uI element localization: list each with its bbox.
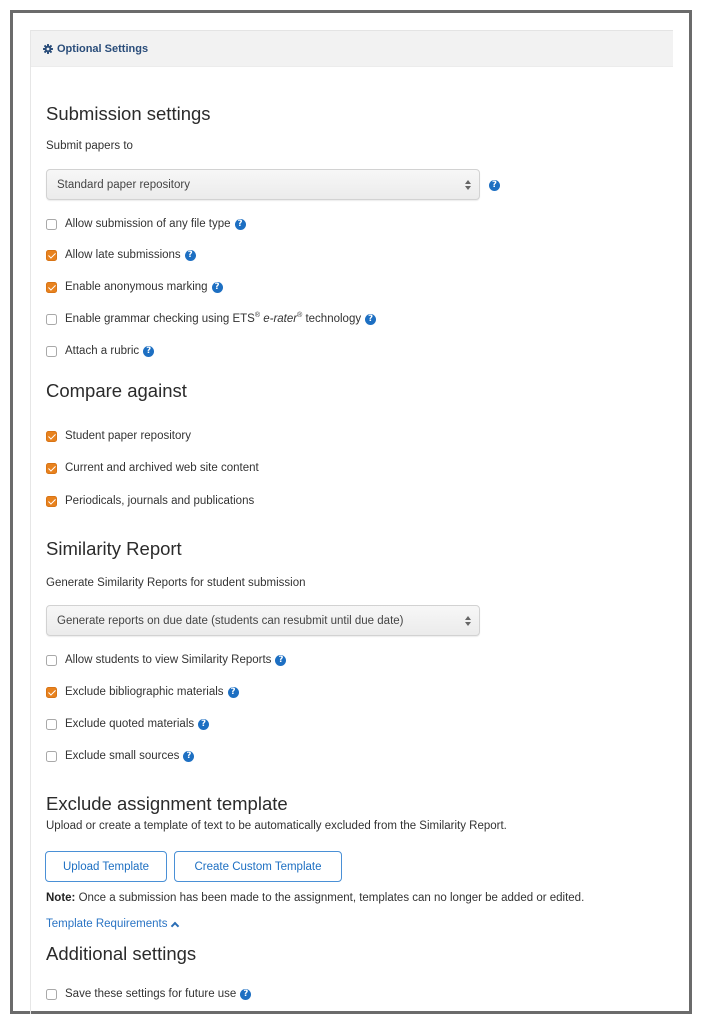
help-icon[interactable]: ? [365,313,377,325]
optional-settings-title: Optional Settings [57,42,149,55]
option-label: Enable grammar checking using ETS® e-rat… [65,312,362,325]
checkbox[interactable] [46,462,57,474]
upload-template-button[interactable]: Upload Template [45,851,167,882]
option-label: Exclude bibliographic materials [65,686,224,698]
option-exclude-small-sources[interactable]: Exclude small sources ? [46,750,195,762]
help-icon[interactable]: ? [227,686,239,698]
option-web-content[interactable]: Current and archived web site content [46,462,259,474]
option-label: Attach a rubric [65,345,140,357]
submit-papers-select[interactable]: Standard paper repository [46,169,480,200]
help-icon[interactable]: ? [240,988,252,1000]
optional-settings-header[interactable]: Optional Settings [31,30,673,67]
help-icon[interactable]: ? [234,218,246,230]
option-label: Allow submission of any file type [65,218,231,230]
option-label: Save these settings for future use [65,988,237,1000]
option-label: Current and archived web site content [65,462,259,474]
checkbox[interactable] [46,988,57,1000]
option-exclude-bibliographic[interactable]: Exclude bibliographic materials ? [46,686,239,698]
submit-papers-label: Submit papers to [46,140,133,152]
template-requirements-link[interactable]: Template Requirements [46,918,180,931]
select-arrows-icon [465,179,471,191]
template-note: Note: Once a submission has been made to… [46,892,585,904]
option-periodicals[interactable]: Periodicals, journals and publications [46,495,254,507]
help-icon[interactable]: ? [275,654,287,666]
settings-frame: Optional Settings Submission settings Su… [10,10,692,1014]
help-icon[interactable]: ? [184,249,196,261]
submit-papers-help-icon[interactable]: ? [489,180,500,191]
option-student-paper-repository[interactable]: Student paper repository [46,430,191,442]
help-icon[interactable]: ? [198,718,210,730]
option-label: Allow late submissions [65,249,181,261]
help-icon[interactable]: ? [183,750,195,762]
generate-reports-label: Generate Similarity Reports for student … [46,577,306,589]
exclude-template-heading: Exclude assignment template [46,793,288,814]
checkbox[interactable] [46,495,57,507]
help-icon[interactable]: ? [211,281,223,293]
checkbox[interactable] [46,313,57,325]
option-label: Allow students to view Similarity Report… [65,654,272,666]
option-exclude-quoted[interactable]: Exclude quoted materials ? [46,718,210,730]
compare-against-heading: Compare against [46,380,187,401]
checkbox[interactable] [46,345,57,357]
checkbox[interactable] [46,249,57,261]
select-arrows-icon [465,615,471,627]
option-label: Exclude small sources [65,750,180,762]
optional-settings-panel: Optional Settings Submission settings Su… [30,30,673,1014]
option-allow-any-file-type[interactable]: Allow submission of any file type ? [46,218,246,230]
generate-reports-select[interactable]: Generate reports on due date (students c… [46,605,480,636]
checkbox[interactable] [46,430,57,442]
option-label: Periodicals, journals and publications [65,495,255,507]
checkbox[interactable] [46,750,57,762]
checkbox[interactable] [46,218,57,230]
option-grammar-checking[interactable]: Enable grammar checking using ETS® e-rat… [46,312,377,325]
similarity-report-heading: Similarity Report [46,538,182,559]
exclude-template-description: Upload or create a template of text to b… [46,820,507,832]
create-custom-template-button[interactable]: Create Custom Template [174,851,342,882]
option-allow-late-submissions[interactable]: Allow late submissions ? [46,249,196,261]
option-attach-rubric[interactable]: Attach a rubric ? [46,345,155,357]
generate-reports-value: Generate reports on due date (students c… [57,614,404,627]
checkbox[interactable] [46,281,57,293]
help-icon[interactable]: ? [143,345,155,357]
checkbox[interactable] [46,654,57,666]
option-label: Exclude quoted materials [65,718,195,730]
checkbox[interactable] [46,686,57,698]
additional-settings-heading: Additional settings [46,943,197,964]
gear-icon [43,43,53,54]
option-label: Student paper repository [65,430,191,442]
option-save-settings[interactable]: Save these settings for future use ? [46,988,252,1000]
submit-papers-value: Standard paper repository [57,178,190,191]
checkbox[interactable] [46,718,57,730]
option-anonymous-marking[interactable]: Enable anonymous marking ? [46,281,223,293]
submission-settings-heading: Submission settings [46,103,211,124]
chevron-up-icon [171,921,180,931]
option-label: Enable anonymous marking [65,281,208,293]
option-students-view-reports[interactable]: Allow students to view Similarity Report… [46,654,287,666]
